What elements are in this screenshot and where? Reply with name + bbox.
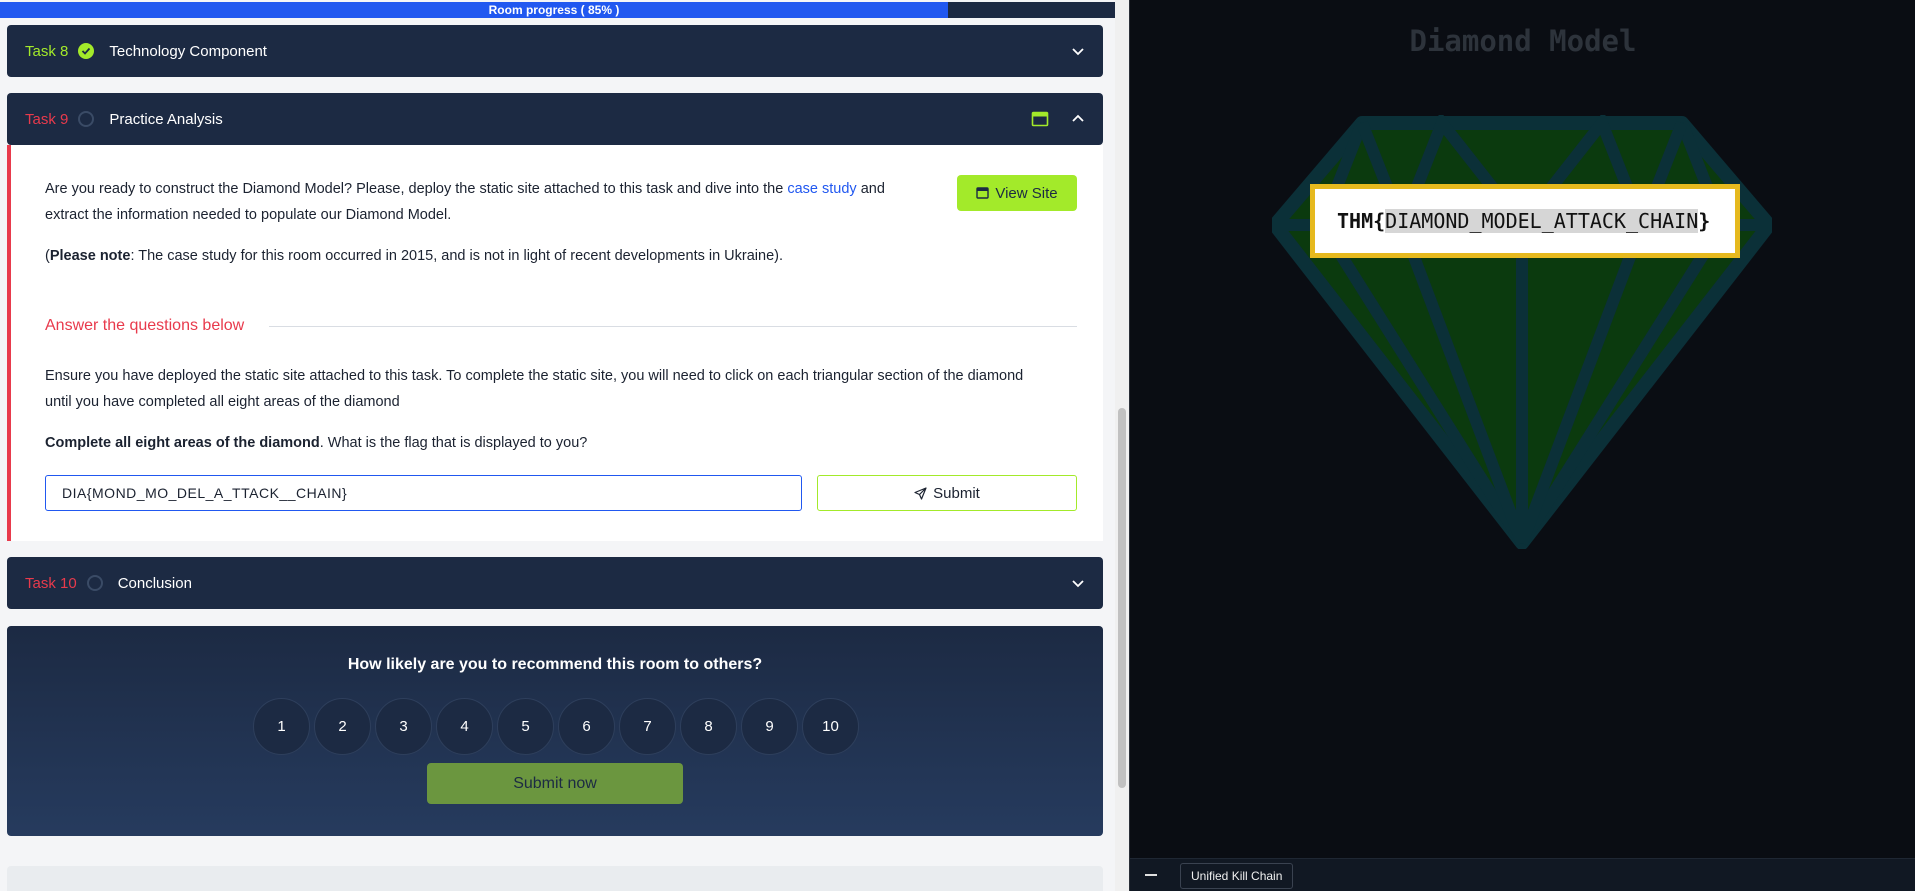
- divider: [269, 326, 1077, 327]
- task-note: (Please note: The case study for this ro…: [45, 243, 783, 269]
- rating-option[interactable]: 7: [619, 698, 676, 755]
- rating-question: How likely are you to recommend this roo…: [347, 656, 763, 673]
- taskbar-item[interactable]: Unified Kill Chain: [1180, 863, 1294, 889]
- case-study-link[interactable]: case study: [787, 181, 856, 197]
- task-number: Task 8: [25, 42, 69, 60]
- task-title: Technology Component: [109, 42, 267, 60]
- chevron-down-icon[interactable]: [1070, 43, 1086, 59]
- flag-selected-text[interactable]: DIAMOND_MODEL_ATTACK_CHAIN: [1385, 209, 1699, 233]
- task-intro: Are you ready to construct the Diamond M…: [45, 176, 885, 228]
- empty-circle-icon: [86, 575, 103, 591]
- flag-suffix: }: [1698, 209, 1711, 233]
- room-panel: Room progress ( 85% ) Task 8 Technology …: [0, 0, 1115, 891]
- room-progress-label: Room progress ( 85% ): [488, 3, 620, 17]
- question-line2: until you have completed all eight areas…: [45, 394, 400, 410]
- intro-text-end: and: [856, 181, 885, 197]
- intro-text-line2: extract the information needed to popula…: [45, 207, 452, 223]
- view-site-button[interactable]: View Site: [957, 175, 1077, 211]
- browser-window-icon[interactable]: [1031, 111, 1049, 127]
- diamond-graphic[interactable]: [1272, 115, 1772, 549]
- answer-input[interactable]: [45, 475, 802, 511]
- submit-answer-button[interactable]: Submit: [817, 475, 1077, 511]
- task-9-content: Are you ready to construct the Diamond M…: [7, 145, 1103, 541]
- rating-option[interactable]: 4: [436, 698, 493, 755]
- rating-option[interactable]: 2: [314, 698, 371, 755]
- rating-option[interactable]: 9: [741, 698, 798, 755]
- question-text: . What is the flag that is displayed to …: [319, 435, 588, 451]
- task-number: Task 9: [25, 110, 69, 128]
- scrollbar[interactable]: [1115, 0, 1129, 891]
- flag-display: THM{DIAMOND_MODEL_ATTACK_CHAIN}: [1310, 184, 1740, 258]
- question-bold: Complete all eight areas of the diamond: [45, 435, 320, 451]
- answer-heading: Answer the questions below: [45, 317, 245, 334]
- note-text: : The case study for this room occurred …: [130, 248, 784, 264]
- site-taskbar: Unified Kill Chain: [1130, 858, 1915, 891]
- room-rating-card: How likely are you to recommend this roo…: [7, 626, 1103, 836]
- intro-text: Are you ready to construct the Diamond M…: [45, 181, 788, 197]
- rating-option[interactable]: 8: [680, 698, 737, 755]
- chevron-up-icon[interactable]: [1070, 111, 1086, 127]
- browser-window-icon: [976, 187, 990, 199]
- task-number: Task 10: [25, 574, 77, 592]
- flag-prefix: THM{: [1337, 209, 1386, 233]
- room-progress-bar: Room progress ( 85% ): [0, 2, 1115, 18]
- static-site-panel: Diamond Model THM{DIAMOND_MODEL_ATTACK_C…: [1129, 0, 1915, 891]
- submit-label: Submit: [933, 484, 980, 502]
- scrollbar-thumb[interactable]: [1118, 408, 1126, 788]
- chevron-down-icon[interactable]: [1070, 575, 1086, 591]
- rating-option[interactable]: 6: [558, 698, 615, 755]
- task-9-header[interactable]: Task 9 Practice Analysis: [7, 93, 1103, 145]
- rating-option[interactable]: 1: [253, 698, 310, 755]
- send-icon: [914, 486, 927, 500]
- submit-rating-button[interactable]: Submit now: [427, 763, 683, 804]
- question-line1: Ensure you have deployed the static site…: [45, 368, 1024, 384]
- task-title: Practice Analysis: [109, 110, 223, 128]
- task-10-header[interactable]: Task 10 Conclusion: [7, 557, 1103, 609]
- empty-circle-icon: [78, 111, 95, 127]
- question-prompt: Complete all eight areas of the diamond.…: [45, 430, 587, 456]
- rating-option[interactable]: 10: [802, 698, 859, 755]
- rating-option[interactable]: 5: [497, 698, 554, 755]
- view-site-label: View Site: [995, 184, 1058, 202]
- question-description: Ensure you have deployed the static site…: [45, 363, 1023, 415]
- check-circle-icon: [78, 43, 95, 59]
- minimize-icon[interactable]: [1145, 874, 1157, 876]
- site-title: Diamond Model: [1409, 24, 1637, 58]
- rating-options: 1 2 3 4 5 6 7 8 9 10: [253, 698, 859, 755]
- note-bold: Please note: [49, 248, 131, 264]
- task-title: Conclusion: [117, 574, 192, 592]
- rating-option[interactable]: 3: [375, 698, 432, 755]
- task-8-header[interactable]: Task 8 Technology Component: [7, 25, 1103, 77]
- next-section-card: [7, 866, 1103, 891]
